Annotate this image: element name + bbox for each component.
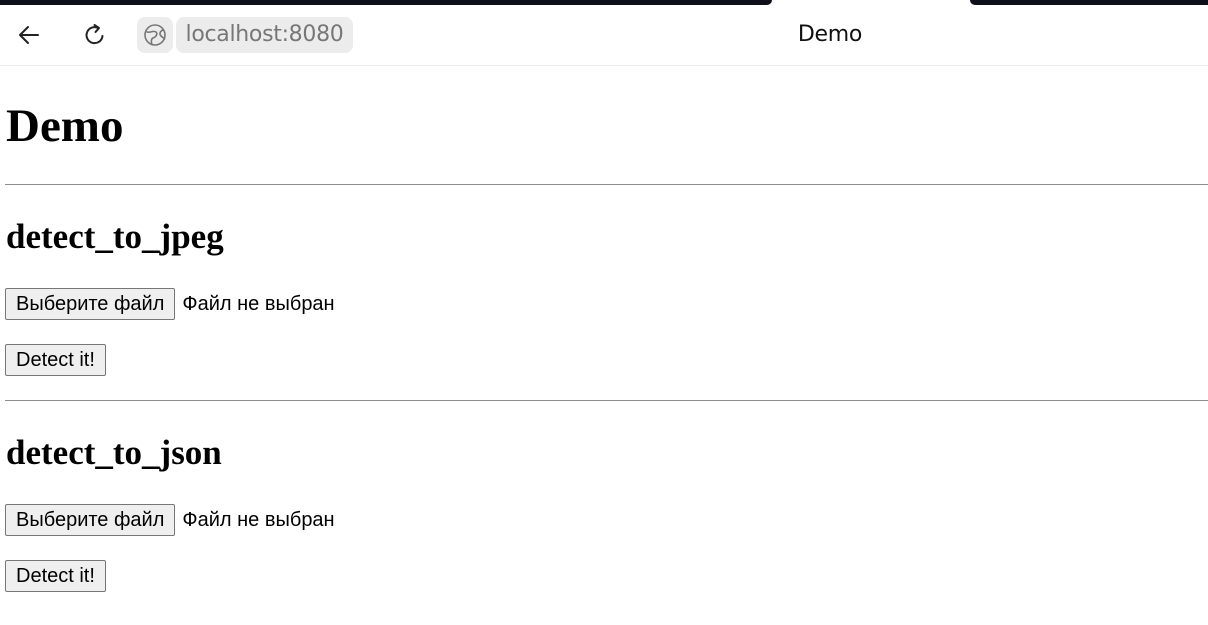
detect-button-json[interactable]: Detect it! [5,560,106,592]
section-title-detect-to-json: detect_to_json [6,433,222,472]
file-input-jpeg: Выберите файл Файл не выбран [5,288,335,320]
divider [5,400,1208,401]
divider [5,184,1208,185]
address-bar[interactable]: localhost:8080 [176,17,353,53]
section-title-detect-to-jpeg: detect_to_jpeg [6,217,224,256]
back-button[interactable] [13,19,45,51]
choose-file-button[interactable]: Выберите файл [5,504,176,536]
page-heading: Demo [6,100,124,152]
globe-icon [144,24,166,46]
file-status-text: Файл не выбран [182,292,335,315]
reload-button[interactable] [79,19,111,51]
file-status-text: Файл не выбран [182,508,335,531]
site-info-button[interactable] [137,17,173,53]
choose-file-button[interactable]: Выберите файл [5,288,176,320]
file-input-json: Выберите файл Файл не выбран [5,504,335,536]
browser-toolbar: localhost:8080 Demo [0,5,1208,66]
arrow-left-icon [19,26,39,44]
detect-button-jpeg[interactable]: Detect it! [5,344,106,376]
reload-icon [85,24,104,45]
page-title: Demo [797,22,863,47]
